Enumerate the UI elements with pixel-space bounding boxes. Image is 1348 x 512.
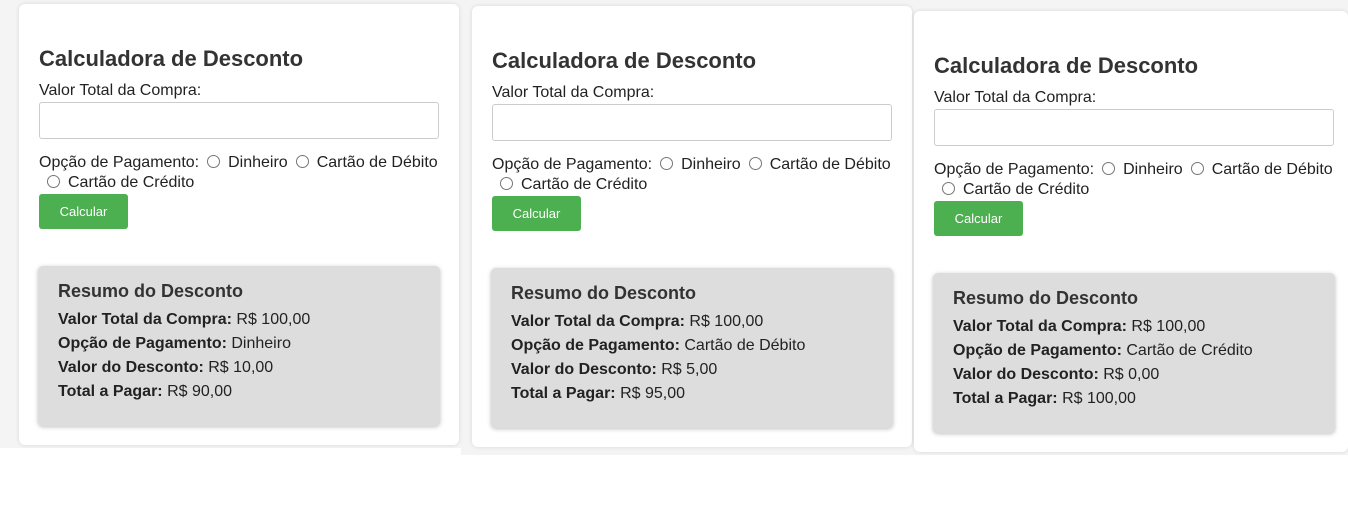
- radio-dinheiro[interactable]: [207, 155, 221, 168]
- total-input[interactable]: [934, 109, 1334, 146]
- total-input[interactable]: [492, 104, 892, 141]
- radio-debito[interactable]: [748, 157, 762, 170]
- summary-title: Resumo do Desconto: [58, 281, 244, 301]
- radio-dinheiro[interactable]: [660, 157, 674, 170]
- option-label-debito: Cartão de Débito: [316, 154, 438, 171]
- option-label-debito: Cartão de Débito: [769, 156, 891, 173]
- option-label-dinheiro: Dinheiro: [681, 156, 741, 173]
- calculate-button[interactable]: Calcular: [934, 201, 1023, 236]
- radio-debito[interactable]: [295, 155, 309, 168]
- total-label: Valor Total da Compra:: [39, 82, 202, 99]
- summary-line-discount: Valor do Desconto: R$ 0,00: [953, 366, 1160, 383]
- page-title: Calculadora de Desconto: [934, 53, 1199, 78]
- summary-line-to-pay: Total a Pagar: R$ 100,00: [953, 390, 1136, 407]
- page-title: Calculadora de Desconto: [492, 48, 757, 73]
- payment-label: Opção de Pagamento:: [492, 156, 653, 173]
- total-input[interactable]: [39, 102, 439, 139]
- summary-box: Resumo do Desconto Valor Total da Compra…: [491, 268, 893, 428]
- summary-line-total: Valor Total da Compra: R$ 100,00: [511, 313, 764, 330]
- option-label-dinheiro: Dinheiro: [1123, 161, 1183, 178]
- option-label-dinheiro: Dinheiro: [228, 154, 288, 171]
- calculate-button[interactable]: Calcular: [39, 194, 128, 229]
- calculator-card: Calculadora de Desconto Valor Total da C…: [472, 6, 912, 447]
- summary-line-to-pay: Total a Pagar: R$ 90,00: [58, 383, 233, 400]
- total-label: Valor Total da Compra:: [934, 89, 1097, 106]
- summary-line-to-pay: Total a Pagar: R$ 95,00: [511, 385, 686, 402]
- summary-title: Resumo do Desconto: [953, 288, 1139, 308]
- option-label-credito: Cartão de Crédito: [521, 176, 648, 193]
- summary-line-payment: Opção de Pagamento: Dinheiro: [58, 335, 291, 352]
- payment-options: Opção de Pagamento: Dinheiro Cartão de Déb…: [39, 153, 439, 193]
- summary-line-total: Valor Total da Compra: R$ 100,00: [58, 311, 311, 328]
- calculator-card: Calculadora de Desconto Valor Total da C…: [914, 11, 1348, 452]
- calculate-button[interactable]: Calcular: [492, 196, 581, 231]
- total-label: Valor Total da Compra:: [492, 84, 655, 101]
- summary-line-payment: Opção de Pagamento: Cartão de Débito: [511, 337, 806, 354]
- summary-title: Resumo do Desconto: [511, 283, 697, 303]
- radio-credito[interactable]: [47, 175, 60, 188]
- payment-options: Opção de Pagamento: Dinheiro Cartão de Déb…: [934, 160, 1334, 200]
- calculator-card: Calculadora de Desconto Valor Total da C…: [19, 4, 459, 445]
- payment-options: Opção de Pagamento: Dinheiro Cartão de Déb…: [492, 155, 892, 195]
- radio-credito[interactable]: [500, 177, 513, 190]
- radio-dinheiro[interactable]: [1102, 162, 1116, 175]
- summary-line-discount: Valor do Desconto: R$ 5,00: [511, 361, 718, 378]
- summary-box: Resumo do Desconto Valor Total da Compra…: [933, 273, 1335, 433]
- summary-line-discount: Valor do Desconto: R$ 10,00: [58, 359, 274, 376]
- summary-box: Resumo do Desconto Valor Total da Compra…: [38, 266, 440, 426]
- radio-credito[interactable]: [942, 182, 955, 195]
- summary-line-total: Valor Total da Compra: R$ 100,00: [953, 318, 1206, 335]
- option-label-debito: Cartão de Débito: [1211, 161, 1333, 178]
- payment-label: Opção de Pagamento:: [39, 154, 200, 171]
- page-title: Calculadora de Desconto: [39, 46, 304, 71]
- summary-line-payment: Opção de Pagamento: Cartão de Crédito: [953, 342, 1253, 359]
- payment-label: Opção de Pagamento:: [934, 161, 1095, 178]
- option-label-credito: Cartão de Crédito: [68, 174, 195, 191]
- radio-debito[interactable]: [1190, 162, 1204, 175]
- option-label-credito: Cartão de Crédito: [963, 181, 1090, 198]
